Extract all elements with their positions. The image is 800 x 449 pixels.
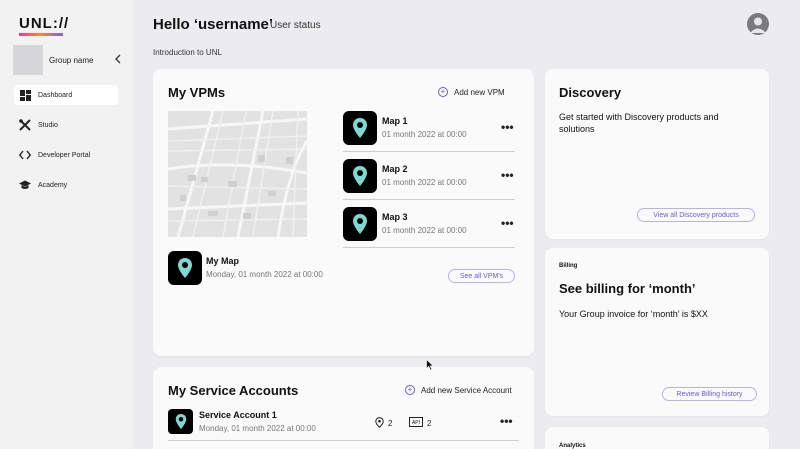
location-count-value: 2 — [388, 419, 393, 428]
sidebar-item-label: Studio — [38, 121, 58, 129]
analytics-card: Analytics — [545, 427, 769, 449]
map-2-name[interactable]: Map 2 — [382, 164, 408, 174]
api-icon: API — [409, 417, 423, 429]
review-billing-history-button[interactable]: Review Billing history — [662, 387, 757, 401]
my-map-date: Monday, 01 month 2022 at 00:00 — [206, 270, 323, 279]
api-count-value: 2 — [427, 418, 432, 428]
sidebar-nav: Dashboard Studio Developer Portal Academ… — [14, 85, 118, 205]
service-accounts-card: My Service Accounts + Add new Service Ac… — [153, 367, 534, 449]
group-name: Group name — [49, 55, 94, 65]
introduction-link[interactable]: Introduction to UNL — [153, 48, 222, 57]
add-vpm-label: Add new VPM — [454, 87, 505, 97]
discovery-text: Get started with Discovery products and … — [559, 112, 719, 134]
map-3-date: 01 month 2022 at 00:00 — [382, 226, 467, 235]
profile-avatar-icon[interactable] — [747, 13, 769, 35]
sidebar-item-label: Developer Portal — [38, 151, 91, 159]
analytics-label: Analytics — [559, 443, 586, 449]
service-accounts-title: My Service Accounts — [168, 383, 299, 398]
graduation-cap-icon — [19, 179, 31, 191]
sidebar-item-label: Dashboard — [38, 91, 73, 99]
map-1-name[interactable]: Map 1 — [382, 116, 408, 126]
divider — [343, 247, 515, 248]
logo-text: UNL:// — [19, 15, 70, 32]
service-account-1-more-icon[interactable]: ••• — [500, 414, 513, 428]
service-account-1-date: Monday, 01 month 2022 at 00:00 — [199, 424, 316, 433]
unl-logo[interactable]: UNL:// — [19, 15, 69, 36]
logo-underline — [19, 33, 63, 36]
location-pin-icon — [375, 417, 384, 430]
service-account-1-icon[interactable] — [168, 409, 193, 434]
billing-title: See billing for ‘month’ — [559, 281, 696, 296]
map-3-thumbnail[interactable] — [343, 207, 377, 241]
service-account-1-name[interactable]: Service Account 1 — [199, 410, 277, 420]
billing-text: Your Group invoice for ‘month’ is $XX — [559, 309, 708, 319]
billing-card: Billing See billing for ‘month’ Your Gro… — [545, 248, 769, 416]
location-count: 2 — [375, 417, 392, 430]
map-3-more-icon[interactable]: ••• — [501, 216, 514, 230]
api-count: API 2 — [409, 417, 431, 429]
view-discovery-products-button[interactable]: View all Discovery products — [637, 208, 755, 222]
map-2-more-icon[interactable]: ••• — [501, 168, 514, 182]
my-map-thumbnail[interactable] — [168, 251, 202, 285]
map-1-more-icon[interactable]: ••• — [501, 120, 514, 134]
divider — [343, 199, 515, 200]
map-preview[interactable] — [168, 111, 307, 237]
map-1-date: 01 month 2022 at 00:00 — [382, 130, 467, 139]
plus-circle-icon: + — [438, 87, 448, 97]
discovery-title: Discovery — [559, 85, 622, 100]
mouse-cursor-icon — [426, 358, 435, 376]
discovery-card: Discovery Get started with Discovery pro… — [545, 69, 769, 239]
svg-text:API: API — [412, 420, 420, 426]
billing-label: Billing — [559, 263, 578, 269]
map-2-thumbnail[interactable] — [343, 159, 377, 193]
code-icon — [19, 149, 31, 161]
map-2-date: 01 month 2022 at 00:00 — [382, 178, 467, 187]
plus-circle-icon: + — [405, 385, 415, 395]
divider — [168, 440, 519, 441]
divider — [343, 151, 515, 152]
add-service-account-label: Add new Service Account — [421, 385, 512, 395]
group-selector[interactable]: Group name — [13, 45, 123, 75]
my-map-name[interactable]: My Map — [206, 256, 239, 266]
sidebar: UNL:// Group name Dashboard Studio Devel… — [0, 0, 133, 449]
add-service-account-button[interactable]: + Add new Service Account — [405, 385, 512, 395]
map-1-thumbnail[interactable] — [343, 111, 377, 145]
dashboard-icon — [19, 89, 31, 101]
sidebar-item-developer-portal[interactable]: Developer Portal — [14, 145, 118, 165]
vpms-title: My VPMs — [168, 85, 226, 100]
see-all-vpms-button[interactable]: See all VPM's — [448, 269, 515, 283]
page-title: Hello ‘username’ — [153, 16, 274, 33]
group-avatar — [13, 45, 43, 75]
user-status: User status — [270, 20, 321, 31]
sidebar-item-studio[interactable]: Studio — [14, 115, 118, 135]
sidebar-item-dashboard[interactable]: Dashboard — [14, 85, 118, 105]
vpms-card: My VPMs + Add new VPM Map 1 01 month 202… — [153, 69, 534, 356]
add-vpm-button[interactable]: + Add new VPM — [438, 87, 505, 97]
studio-tools-icon — [19, 119, 31, 131]
chevron-left-icon[interactable] — [113, 54, 123, 67]
map-3-name[interactable]: Map 3 — [382, 212, 408, 222]
sidebar-item-academy[interactable]: Academy — [14, 175, 118, 195]
sidebar-item-label: Academy — [38, 181, 68, 189]
